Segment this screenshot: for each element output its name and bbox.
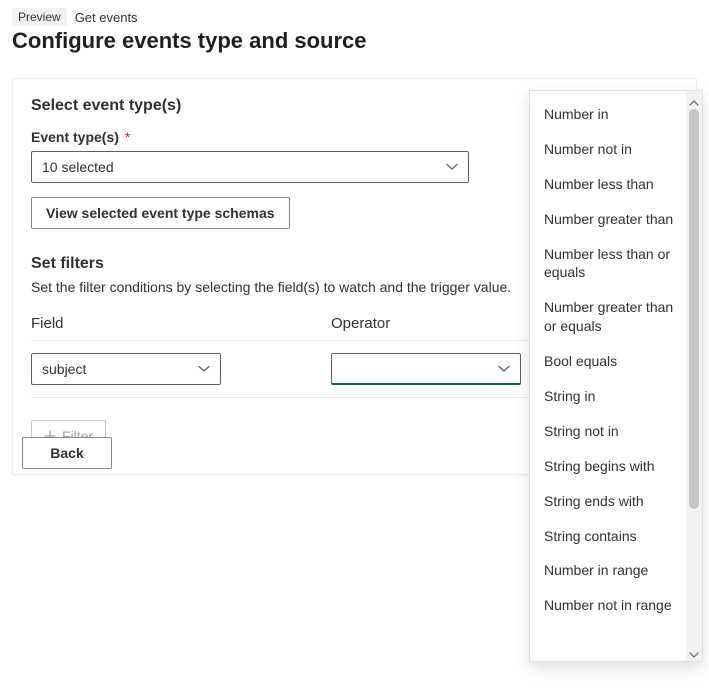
event-types-select[interactable]: 10 selected [31,151,469,183]
operator-option[interactable]: Number greater than [544,202,682,237]
operator-option[interactable]: Bool equals [544,344,682,379]
operator-option-list: Number inNumber not inNumber less thanNu… [530,91,686,661]
required-marker: * [125,129,130,145]
operator-select[interactable] [331,353,521,385]
operator-option[interactable]: Number not in [544,132,682,167]
breadcrumb: Preview Get events [12,8,697,26]
operator-option[interactable]: String not in [544,414,682,449]
chevron-down-icon [446,161,458,173]
operator-option[interactable]: String in [544,379,682,414]
scroll-down-icon [689,647,699,657]
column-operator-label: Operator [331,315,390,332]
field-select-value: subject [42,361,86,377]
event-types-field-label-text: Event type(s) [31,129,119,145]
view-schemas-button-label: View selected event type schemas [46,205,275,221]
scrollbar[interactable] [686,91,702,661]
column-field-label: Field [31,315,221,332]
breadcrumb-step: Get events [75,10,138,25]
operator-option[interactable]: Number less than [544,167,682,202]
field-select[interactable]: subject [31,353,221,385]
operator-option[interactable]: String contains [544,519,682,554]
chevron-down-icon [198,363,210,375]
operator-option[interactable]: Number not in range [544,588,682,623]
operator-dropdown-flyout: Number inNumber not inNumber less thanNu… [529,90,703,662]
operator-option[interactable]: Number in range [544,553,682,588]
view-schemas-button[interactable]: View selected event type schemas [31,197,290,229]
page-title: Configure events type and source [12,28,697,54]
scrollbar-thumb[interactable] [689,109,699,509]
preview-badge: Preview [12,8,67,26]
chevron-down-icon [498,363,510,375]
back-button[interactable]: Back [22,437,112,469]
operator-option[interactable]: Number less than or equals [544,237,682,291]
operator-option[interactable]: String ends with [544,484,682,519]
scroll-up-icon [689,95,699,105]
back-button-label: Back [50,445,83,461]
operator-option[interactable]: Number in [544,97,682,132]
operator-option[interactable]: String begins with [544,449,682,484]
event-types-select-value: 10 selected [42,159,114,175]
operator-option[interactable]: Number greater than or equals [544,290,682,344]
